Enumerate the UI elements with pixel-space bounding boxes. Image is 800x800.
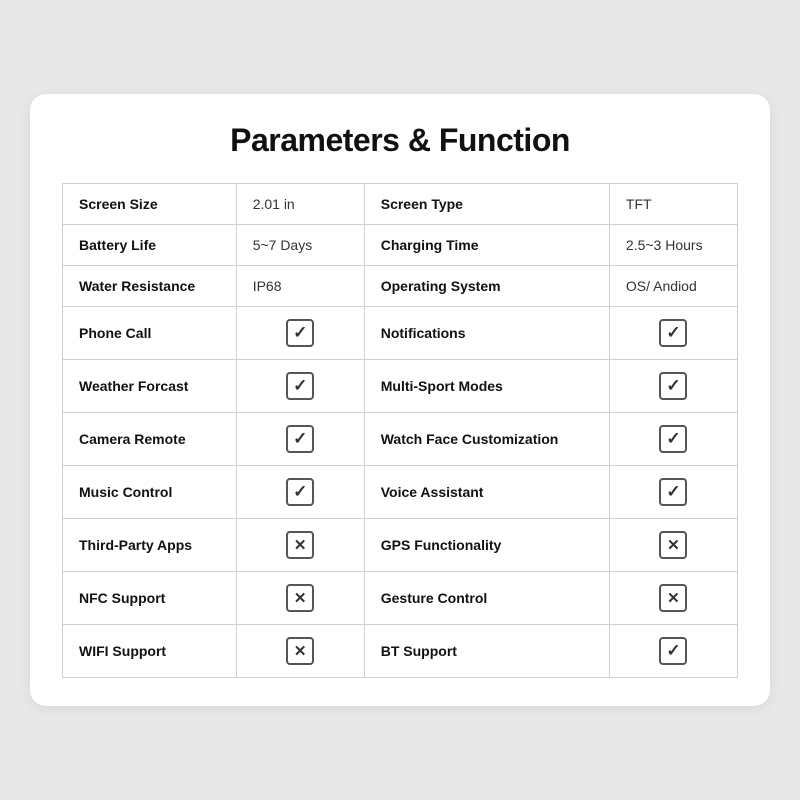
left-value-0: 2.01 in [236, 184, 364, 225]
left-value-4 [236, 360, 364, 413]
right-value-7 [609, 519, 737, 572]
right-label-5: Watch Face Customization [364, 413, 609, 466]
left-label-5: Camera Remote [63, 413, 237, 466]
right-label-3: Notifications [364, 307, 609, 360]
left-value-8 [236, 572, 364, 625]
left-label-6: Music Control [63, 466, 237, 519]
left-value-9 [236, 625, 364, 678]
left-value-2: IP68 [236, 266, 364, 307]
table-row: NFC Support Gesture Control [63, 572, 738, 625]
left-label-3: Phone Call [63, 307, 237, 360]
table-row: Weather Forcast Multi-Sport Modes [63, 360, 738, 413]
table-row: Camera Remote Watch Face Customization [63, 413, 738, 466]
right-value-8 [609, 572, 737, 625]
right-label-6: Voice Assistant [364, 466, 609, 519]
table-row: Music Control Voice Assistant [63, 466, 738, 519]
right-label-1: Charging Time [364, 225, 609, 266]
right-value-1: 2.5~3 Hours [609, 225, 737, 266]
right-label-0: Screen Type [364, 184, 609, 225]
left-value-3 [236, 307, 364, 360]
right-label-2: Operating System [364, 266, 609, 307]
right-value-4 [609, 360, 737, 413]
left-value-6 [236, 466, 364, 519]
right-value-0: TFT [609, 184, 737, 225]
left-label-9: WIFI Support [63, 625, 237, 678]
right-value-3 [609, 307, 737, 360]
parameters-table: Screen Size2.01 inScreen TypeTFTBattery … [62, 183, 738, 678]
page-title: Parameters & Function [62, 122, 738, 159]
left-label-0: Screen Size [63, 184, 237, 225]
right-value-5 [609, 413, 737, 466]
right-label-4: Multi-Sport Modes [364, 360, 609, 413]
right-value-9 [609, 625, 737, 678]
right-value-6 [609, 466, 737, 519]
main-container: Parameters & Function Screen Size2.01 in… [30, 94, 770, 706]
right-value-2: OS/ Andiod [609, 266, 737, 307]
table-row: Third-Party Apps GPS Functionality [63, 519, 738, 572]
right-label-8: Gesture Control [364, 572, 609, 625]
left-label-8: NFC Support [63, 572, 237, 625]
left-value-7 [236, 519, 364, 572]
left-label-4: Weather Forcast [63, 360, 237, 413]
table-row: Phone Call Notifications [63, 307, 738, 360]
table-row: Water ResistanceIP68Operating SystemOS/ … [63, 266, 738, 307]
left-value-1: 5~7 Days [236, 225, 364, 266]
right-label-9: BT Support [364, 625, 609, 678]
left-label-7: Third-Party Apps [63, 519, 237, 572]
left-value-5 [236, 413, 364, 466]
table-row: Battery Life5~7 DaysCharging Time2.5~3 H… [63, 225, 738, 266]
right-label-7: GPS Functionality [364, 519, 609, 572]
table-row: WIFI Support BT Support [63, 625, 738, 678]
left-label-1: Battery Life [63, 225, 237, 266]
table-row: Screen Size2.01 inScreen TypeTFT [63, 184, 738, 225]
left-label-2: Water Resistance [63, 266, 237, 307]
